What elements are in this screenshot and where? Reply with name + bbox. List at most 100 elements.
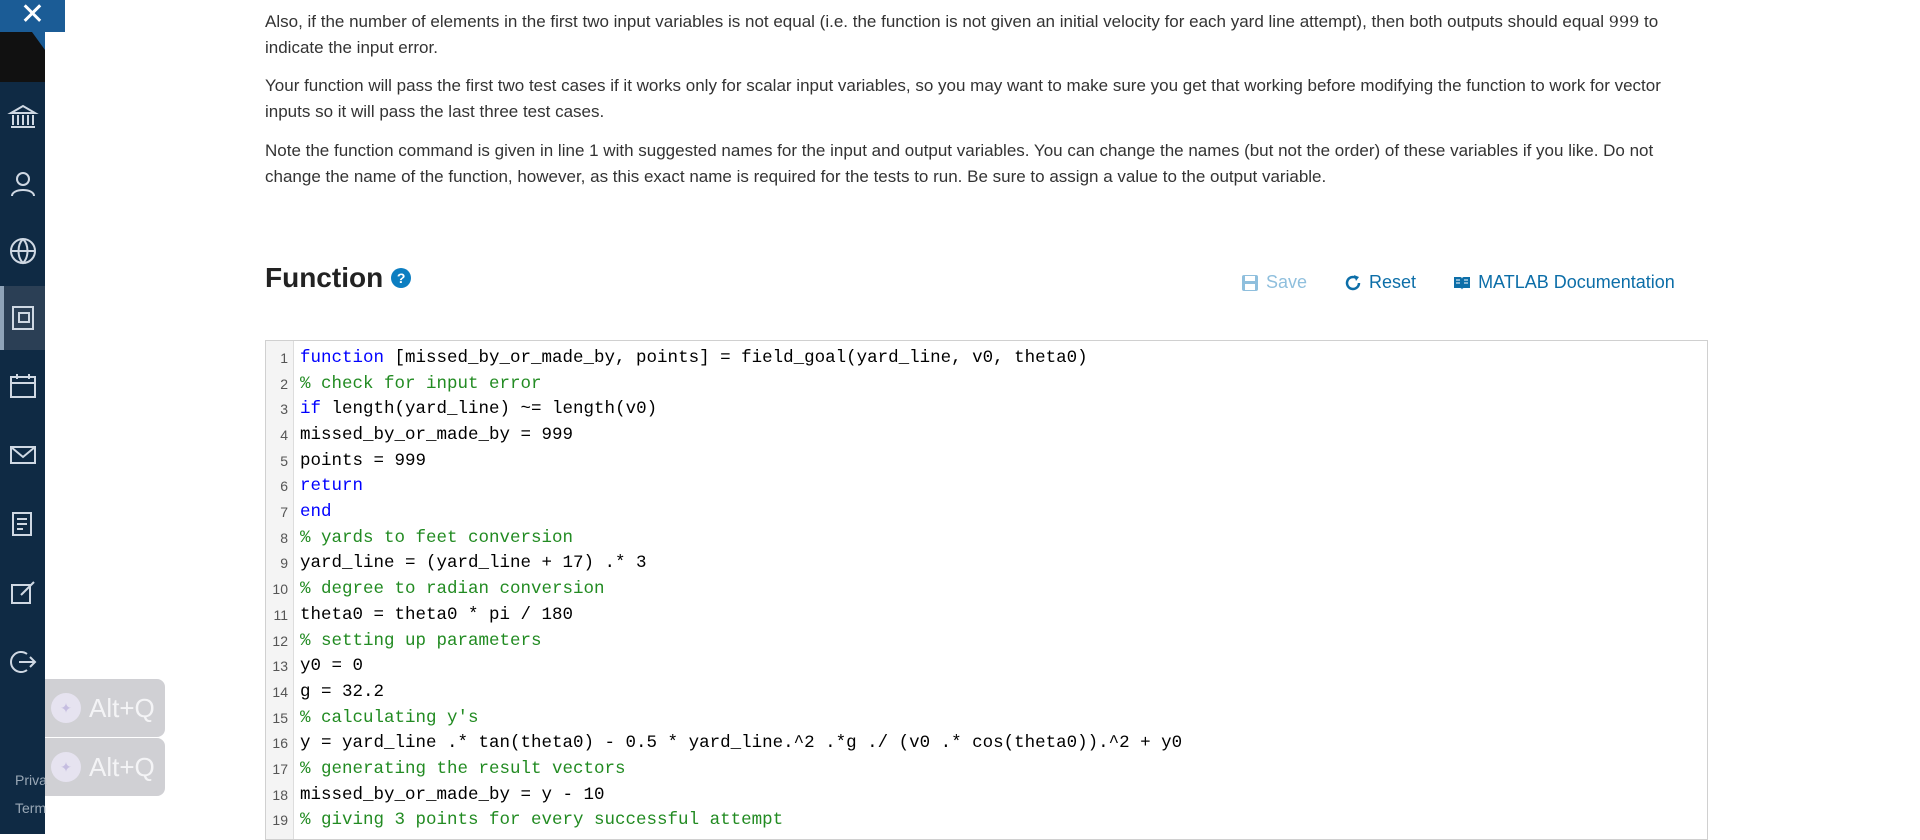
account-icon[interactable] — [4, 165, 42, 203]
code-line[interactable]: 7 end — [266, 499, 332, 525]
line-number: 12 — [272, 632, 288, 649]
line-number: 17 — [272, 761, 288, 778]
line-number: 18 — [272, 786, 288, 803]
line-number: 1 — [280, 349, 288, 366]
code-text: missed_by_or_made_by = 999 — [300, 424, 574, 445]
code-line[interactable]: 6 return — [266, 474, 363, 500]
code-line[interactable]: 9 yard_line = (yard_line + 17) .* 3 — [266, 551, 647, 577]
instructions-paragraph-3: Note the function command is given in li… — [265, 141, 1654, 186]
accessibility-icon: ✦ — [51, 752, 81, 782]
code-text: % check for input error — [300, 374, 542, 394]
save-button[interactable]: Save — [1240, 272, 1307, 293]
accessibility-icon: ✦ — [51, 693, 81, 723]
line-number: 4 — [280, 426, 288, 443]
close-button-tab — [32, 32, 45, 50]
code-line[interactable]: 2 % check for input error — [266, 371, 542, 397]
terms-link[interactable]: Term — [15, 800, 46, 816]
code-text: points = 999 — [300, 450, 427, 471]
book-icon — [1454, 276, 1471, 290]
shortcut-label: Alt+Q — [89, 692, 155, 723]
code-text: % calculating y's — [300, 708, 479, 728]
code-line[interactable]: 16 y = yard_line .* tan(theta0) - 0.5 * y… — [266, 731, 1182, 757]
matlab-documentation-link[interactable]: MATLAB Documentation — [1452, 272, 1675, 293]
line-number: 11 — [273, 606, 288, 623]
code-line[interactable]: 4 missed_by_or_made_by = 999 — [266, 422, 573, 448]
globe-icon[interactable] — [4, 232, 42, 270]
comment: % degree to radian conversion — [300, 579, 605, 600]
function-heading: Function ? — [265, 262, 412, 294]
reset-label: Reset — [1369, 272, 1417, 292]
inbox-icon[interactable] — [4, 436, 42, 474]
code-line[interactable]: 11 theta0 = theta0 * pi / 180 — [266, 602, 573, 628]
section-title: Function — [265, 262, 384, 293]
comment: % generating the result vectors — [300, 759, 626, 780]
code-text: yard_line = (yard_line + 17) .* 3 — [300, 553, 647, 574]
code-text: function [missed_by_or_made_by, points] … — [300, 347, 1088, 368]
code-text: y = yard_line .* tan(theta0) - 0.5 * yar… — [300, 733, 1183, 754]
code-line[interactable]: 12 % setting up parameters — [266, 628, 542, 654]
comment: % yards to feet conversion — [300, 527, 574, 548]
line-number: 16 — [272, 735, 288, 752]
save-label: Save — [1266, 272, 1308, 292]
keyword: return — [300, 476, 364, 497]
line-number: 19 — [272, 812, 288, 829]
refresh-icon — [1345, 274, 1361, 290]
code-text: end — [300, 502, 332, 522]
keyword: if — [300, 399, 322, 420]
code-text: % degree to radian conversion — [300, 579, 605, 599]
line-number: 3 — [280, 401, 288, 418]
keyword: end — [300, 502, 332, 523]
code-text: g = 32.2 — [300, 681, 385, 702]
docs-label: MATLAB Documentation — [1478, 272, 1675, 292]
reset-button[interactable]: Reset — [1343, 272, 1416, 293]
shortcut-label: Alt+Q — [89, 751, 155, 782]
nav-rail: Priva Term — [0, 0, 47, 834]
comment: % giving 3 points for every successful a… — [300, 810, 784, 831]
code-text: theta0 = theta0 * pi / 180 — [300, 604, 574, 625]
code-line[interactable]: 10 % degree to radian conversion — [266, 576, 605, 602]
code-line[interactable]: 1 function [missed_by_or_made_by, points]… — [266, 345, 1088, 371]
instructions-paragraph-1: Also, if the number of elements in the f… — [265, 9, 1695, 61]
line-number: 14 — [272, 683, 288, 700]
paragraph-text: Also, if the number of elements in the f… — [265, 12, 1605, 31]
save-icon — [1242, 274, 1258, 291]
institution-icon[interactable] — [4, 98, 42, 136]
line-number: 5 — [280, 452, 288, 469]
code-line[interactable]: 13 y0 = 0 — [266, 653, 363, 679]
line-number: 15 — [272, 709, 288, 726]
privacy-link[interactable]: Priva — [15, 772, 47, 788]
code-editor[interactable]: 1 function [missed_by_or_made_by, points]… — [265, 340, 1708, 840]
line-number: 6 — [280, 478, 288, 495]
code-line[interactable]: 17 % generating the result vectors — [266, 756, 626, 782]
code-text: missed_by_or_made_by = y - 10 — [300, 784, 605, 805]
close-button[interactable]: ✕ — [0, 0, 65, 32]
code-text: if length(yard_line) ~= length(v0) — [300, 399, 658, 420]
code-text: % setting up parameters — [300, 631, 542, 651]
instructions-paragraph-2: Your function will pass the first two te… — [265, 76, 1661, 121]
code-text: % giving 3 points for every successful a… — [300, 810, 783, 830]
code-text: y0 = 0 — [300, 656, 364, 677]
comment: % calculating y's — [300, 707, 479, 728]
accessibility-overlay-bottom[interactable]: ✦ Alt+Q — [45, 738, 165, 796]
code-line[interactable]: 18 missed_by_or_made_by = y - 10 — [266, 782, 605, 808]
help-icon[interactable]: ? — [391, 268, 412, 288]
comment: % setting up parameters — [300, 630, 542, 651]
history-icon[interactable] — [4, 505, 42, 543]
code-line[interactable]: 3 if length(yard_line) ~= length(v0) — [266, 396, 657, 422]
code-line[interactable]: 15 % calculating y's — [266, 705, 479, 731]
error-code: 999 — [1608, 12, 1640, 31]
code-text: % yards to feet conversion — [300, 528, 573, 548]
logout-icon[interactable] — [4, 643, 42, 681]
line-number: 8 — [280, 529, 288, 546]
code-line[interactable]: 8 % yards to feet conversion — [266, 525, 573, 551]
commons-icon[interactable] — [4, 574, 42, 612]
code-line[interactable]: 5 points = 999 — [266, 448, 426, 474]
accessibility-overlay-top[interactable]: ✦ Alt+Q — [45, 679, 165, 737]
calendar-icon[interactable] — [4, 367, 42, 405]
line-number: 9 — [280, 555, 288, 572]
editor-toolbar: Save Reset MATLAB Documentation — [1240, 272, 1675, 293]
code-line[interactable]: 14 g = 32.2 — [266, 679, 384, 705]
code-text: return — [300, 476, 363, 496]
code-line[interactable]: 19 % giving 3 points for every successful… — [266, 808, 783, 834]
courses-icon[interactable] — [0, 286, 45, 350]
